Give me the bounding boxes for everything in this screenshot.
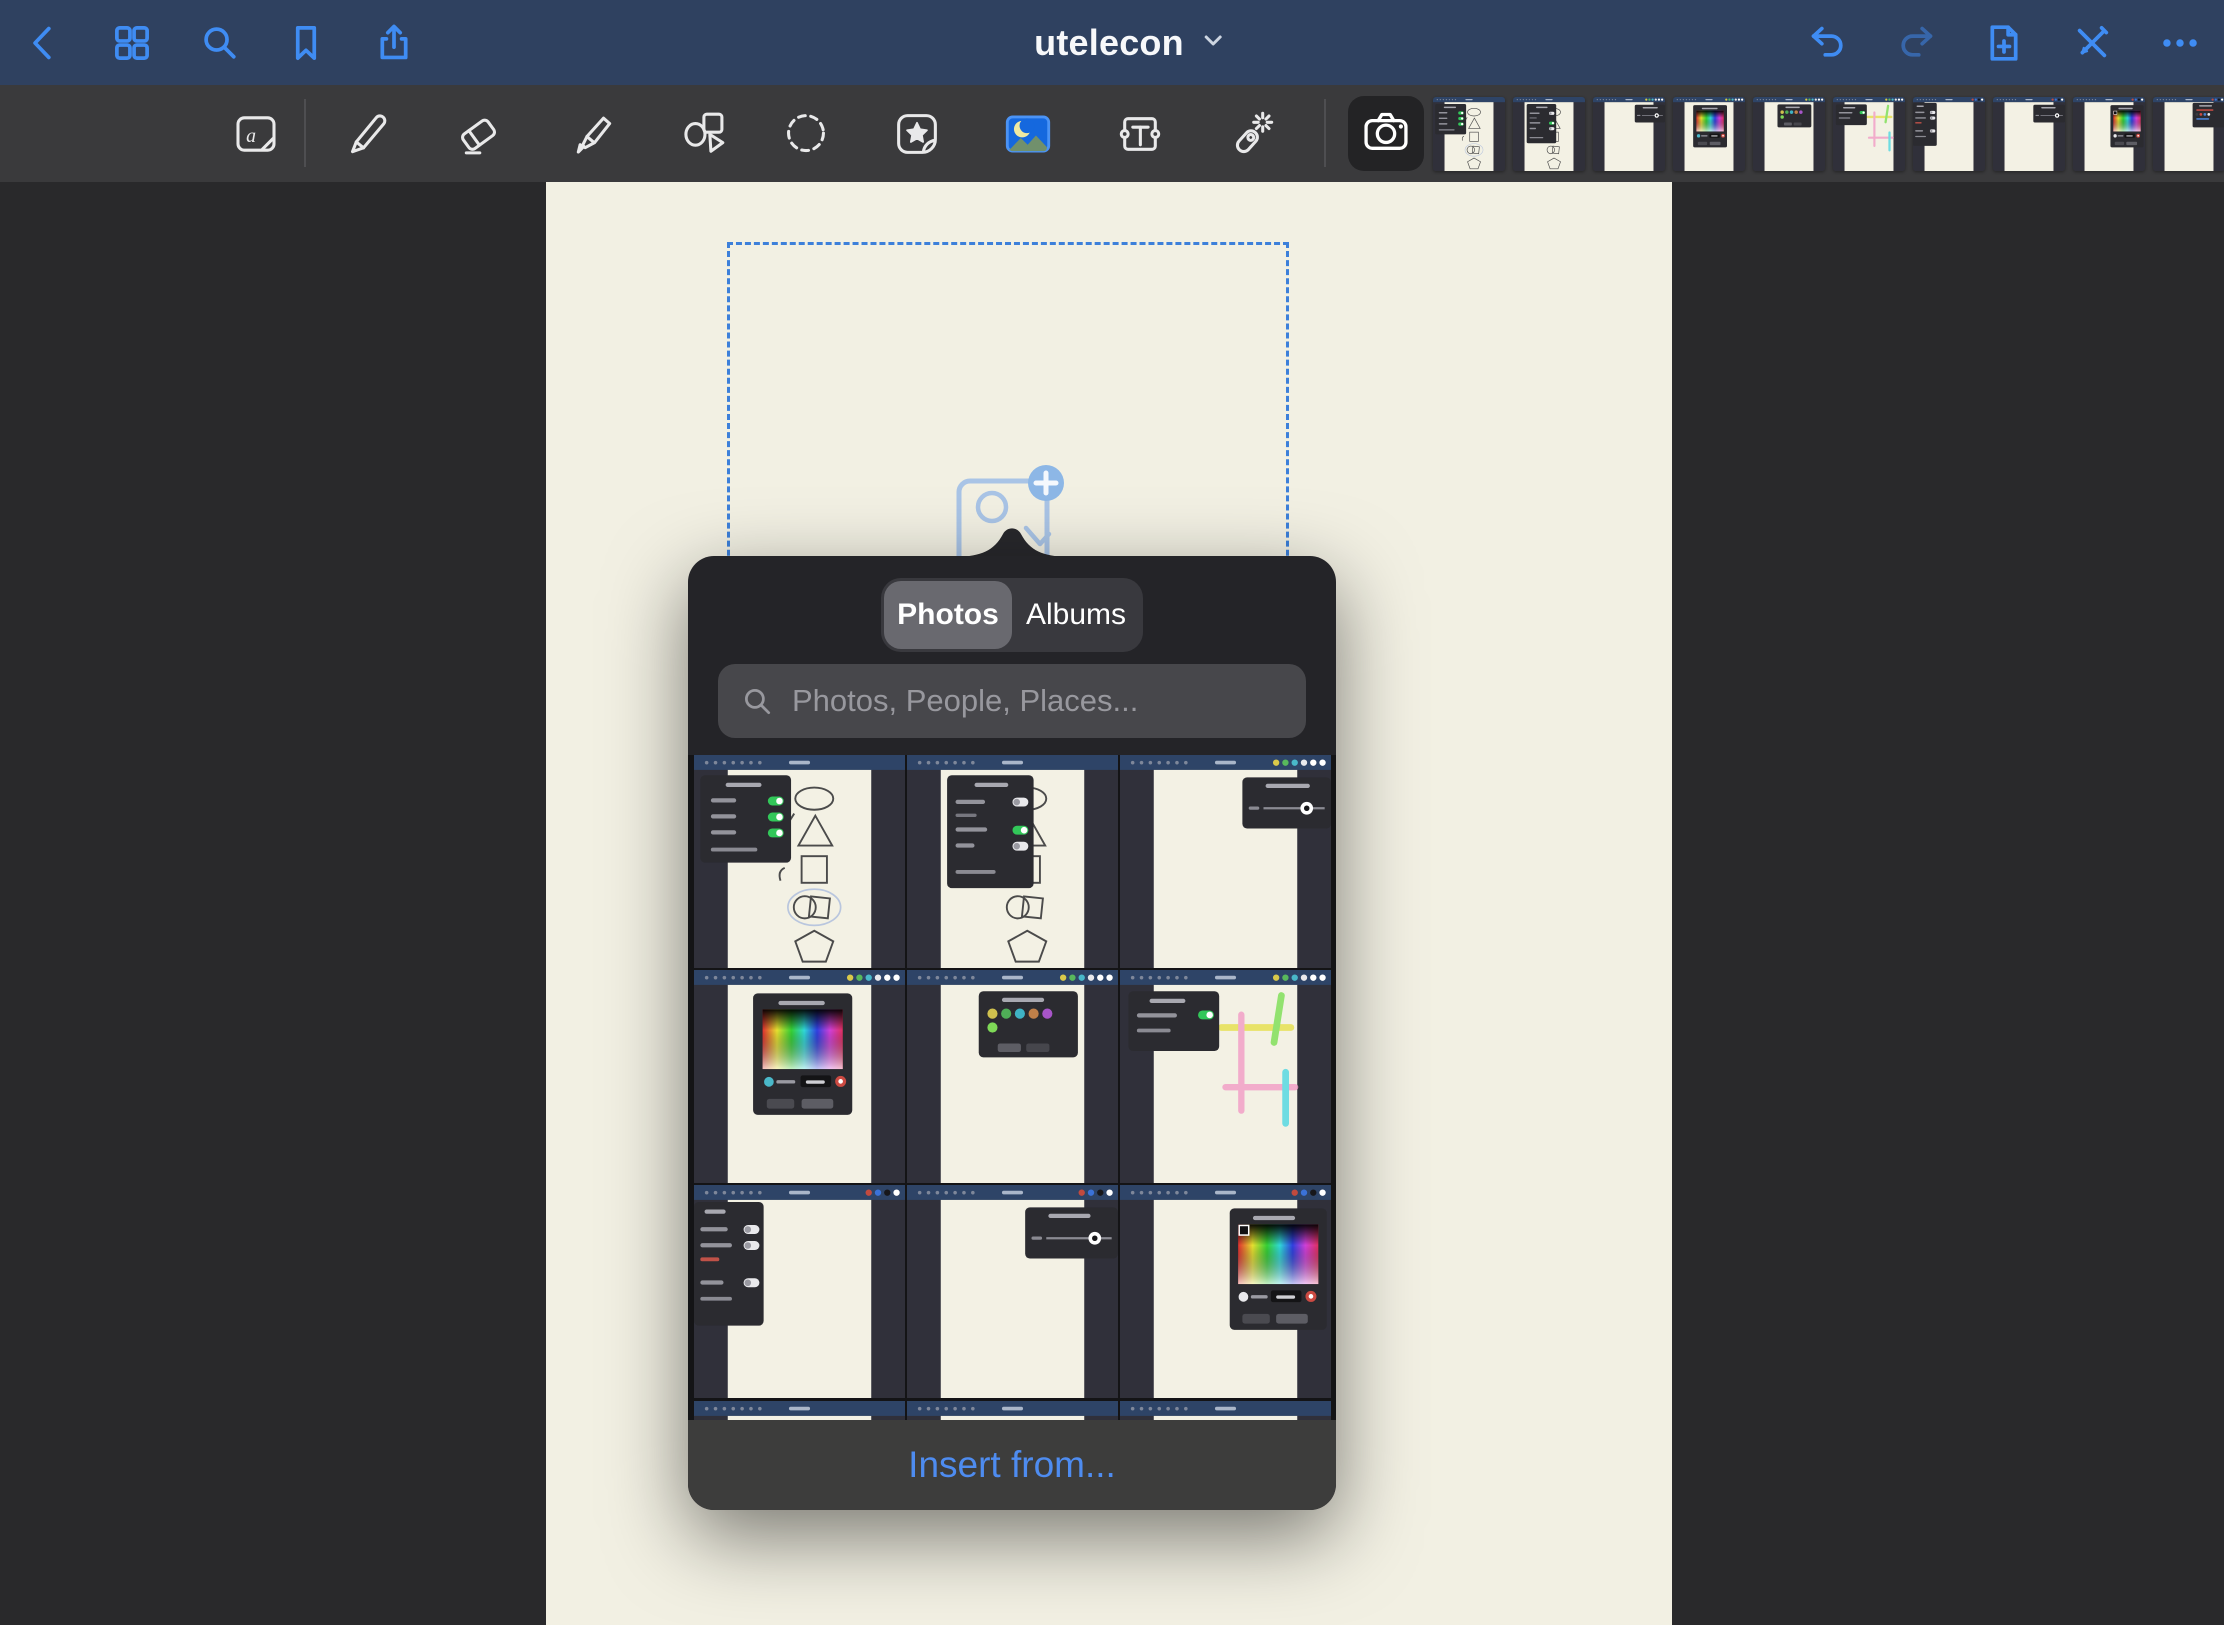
pages-overview-icon: [110, 21, 154, 65]
lasso-icon: [779, 107, 833, 161]
page-thumbnail-strip: [1428, 85, 2224, 182]
navigation-bar: utelecon: [0, 0, 2224, 85]
page-thumbnail[interactable]: [2073, 97, 2145, 171]
photo-thumbnail[interactable]: [1120, 1185, 1331, 1398]
page-thumbnail[interactable]: [1673, 97, 1745, 171]
photo-thumbnail[interactable]: [694, 970, 905, 1183]
toolbar: a: [0, 85, 2224, 182]
search-button[interactable]: [198, 21, 242, 65]
toolbar-divider: [1324, 99, 1326, 167]
text-icon: [1113, 107, 1167, 161]
highlighter-tool[interactable]: [564, 103, 620, 165]
zoom-window-icon: a: [229, 107, 283, 161]
share-button[interactable]: [372, 21, 416, 65]
photo-grid: [688, 755, 1336, 1420]
add-badge-icon: [1028, 465, 1064, 501]
highlighter-icon: [565, 107, 619, 161]
text-tool[interactable]: [1112, 103, 1168, 165]
undo-icon: [1806, 21, 1850, 65]
page-thumbnail[interactable]: [1833, 97, 1905, 171]
search-icon: [198, 21, 242, 65]
pen-tool[interactable]: [338, 103, 394, 165]
back-button[interactable]: [22, 21, 66, 65]
image-icon: [1001, 107, 1055, 161]
photo-thumbnail-partial[interactable]: [694, 1401, 905, 1420]
insert-from-button[interactable]: Insert from...: [688, 1420, 1336, 1510]
photos-albums-segmented-control: Photos Albums: [881, 578, 1143, 652]
tab-albums[interactable]: Albums: [1012, 581, 1140, 649]
redo-icon: [1894, 21, 1938, 65]
photo-thumbnail[interactable]: [907, 970, 1118, 1183]
photo-thumbnail[interactable]: [1120, 970, 1331, 1183]
read-only-mode-button[interactable]: [2070, 21, 2114, 65]
svg-text:a: a: [246, 125, 256, 147]
photo-thumbnail[interactable]: [694, 1185, 905, 1398]
photo-thumbnail-partial[interactable]: [1120, 1401, 1331, 1420]
photos-search-input[interactable]: [790, 682, 1284, 720]
redo-button[interactable]: [1894, 21, 1938, 65]
bookmark-icon: [284, 21, 328, 65]
lasso-tool[interactable]: [778, 103, 834, 165]
eraser-icon: [451, 107, 505, 161]
photo-thumbnail[interactable]: [694, 755, 905, 968]
page-thumbnail[interactable]: [1753, 97, 1825, 171]
elements-icon: [890, 107, 944, 161]
undo-button[interactable]: [1806, 21, 1850, 65]
photo-thumbnail[interactable]: [907, 1185, 1118, 1398]
eraser-tool[interactable]: [450, 103, 506, 165]
zoom-window-tool[interactable]: a: [228, 103, 284, 165]
photo-thumbnail-partial[interactable]: [907, 1401, 1118, 1420]
laser-pointer-tool[interactable]: [1223, 103, 1279, 165]
back-icon: [22, 21, 66, 65]
photo-thumbnail[interactable]: [907, 755, 1118, 968]
page-thumbnail[interactable]: [1913, 97, 1985, 171]
more-icon: [2158, 21, 2202, 65]
page-thumbnail[interactable]: [1433, 97, 1505, 171]
camera-button[interactable]: [1348, 96, 1424, 171]
search-icon: [740, 684, 774, 718]
page-thumbnail[interactable]: [1993, 97, 2065, 171]
popover-arrow: [957, 523, 1067, 557]
page-thumbnail[interactable]: [2153, 97, 2224, 171]
add-page-icon: [1982, 21, 2026, 65]
document-title-button[interactable]: utelecon: [1034, 22, 1226, 64]
shapes-tool[interactable]: [675, 103, 731, 165]
pen-icon: [339, 107, 393, 161]
elements-tool[interactable]: [889, 103, 945, 165]
photo-thumbnail[interactable]: [1120, 755, 1331, 968]
insert-from-label: Insert from...: [908, 1444, 1116, 1486]
app-window: utelecon a Pho: [0, 0, 2224, 1625]
readonly-pen-icon: [2070, 21, 2114, 65]
camera-icon: [1360, 105, 1412, 162]
tab-photos[interactable]: Photos: [884, 581, 1012, 649]
document-title: utelecon: [1034, 22, 1184, 64]
pages-overview-button[interactable]: [110, 21, 154, 65]
page-thumbnail[interactable]: [1513, 97, 1585, 171]
chevron-down-icon: [1200, 27, 1226, 58]
laser-pointer-icon: [1224, 107, 1278, 161]
photos-search-field[interactable]: [718, 664, 1306, 738]
add-page-button[interactable]: [1982, 21, 2026, 65]
image-tool-active[interactable]: [1000, 103, 1056, 165]
page-thumbnail[interactable]: [1593, 97, 1665, 171]
shapes-icon: [676, 107, 730, 161]
share-icon: [372, 21, 416, 65]
bookmark-button[interactable]: [284, 21, 328, 65]
photos-popover: Photos Albums Insert from...: [688, 556, 1336, 1510]
toolbar-divider: [304, 99, 306, 167]
more-button[interactable]: [2158, 21, 2202, 65]
